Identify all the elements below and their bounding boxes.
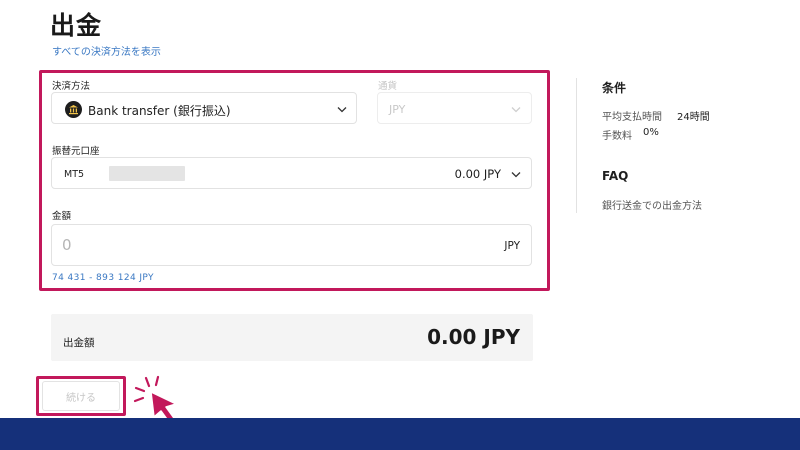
faq-heading: FAQ (602, 169, 629, 183)
footer-bar (0, 418, 800, 450)
fee-label: 手数料 (602, 131, 632, 142)
processing-time-value: 24時間 (677, 112, 710, 123)
conditions-heading: 条件 (602, 81, 627, 95)
processing-time-label: 平均支払時間 (602, 112, 662, 123)
faq-link[interactable]: 銀行送金での出金方法 (602, 197, 702, 212)
fee-value: 0% (643, 127, 659, 138)
withdrawal-summary: 出金額 0.00 JPY (51, 314, 533, 361)
click-cursor-icon (133, 375, 177, 423)
form-highlight-frame (39, 70, 550, 291)
sidebar-divider (576, 78, 577, 213)
button-highlight-frame (36, 376, 126, 416)
page-title: 出金 (50, 11, 103, 40)
summary-amount: 0.00 JPY (427, 325, 520, 349)
all-methods-link[interactable]: すべての決済方法を表示 (52, 43, 161, 58)
summary-label: 出金額 (63, 337, 95, 349)
